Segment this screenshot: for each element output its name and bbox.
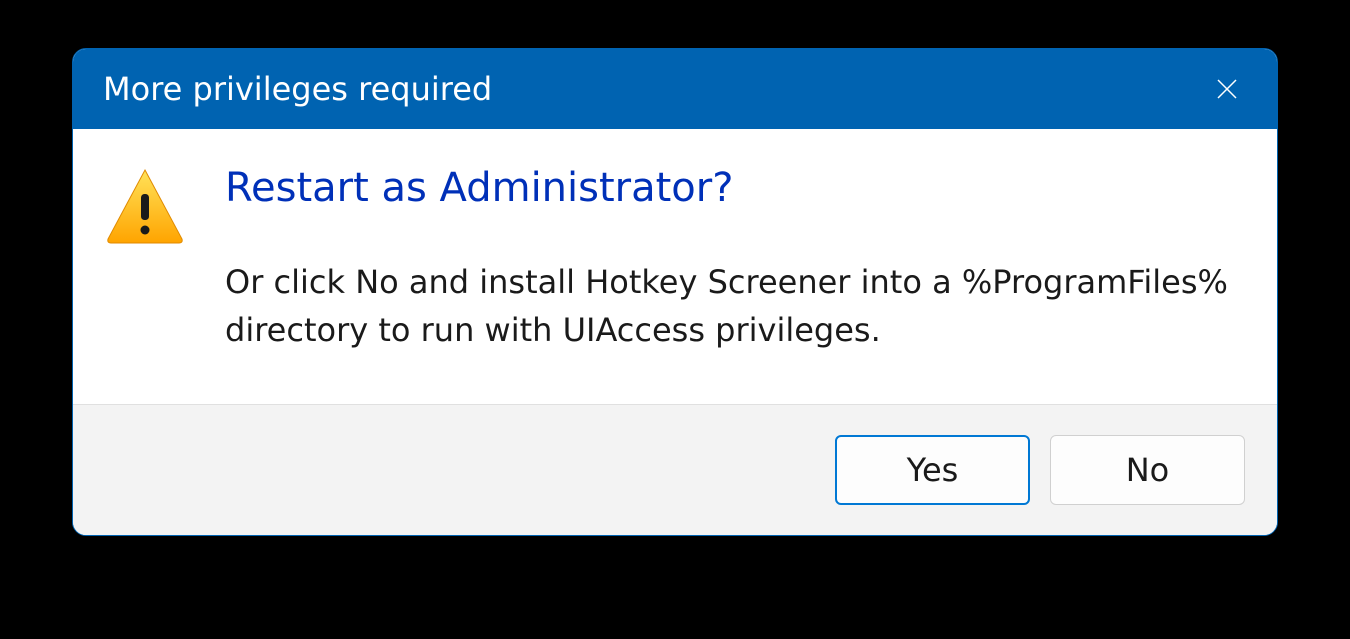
close-button[interactable] <box>1207 69 1247 109</box>
dialog-window: More privileges required Restart as Admi… <box>72 48 1278 536</box>
dialog-content: Restart as Administrator? Or click No an… <box>73 129 1277 404</box>
text-content: Restart as Administrator? Or click No an… <box>225 164 1237 354</box>
yes-button[interactable]: Yes <box>835 435 1030 505</box>
no-button[interactable]: No <box>1050 435 1245 505</box>
warning-icon <box>105 168 185 244</box>
dialog-heading: Restart as Administrator? <box>225 164 1237 212</box>
titlebar: More privileges required <box>73 49 1277 129</box>
close-icon <box>1215 77 1239 101</box>
window-title: More privileges required <box>103 70 492 108</box>
dialog-footer: Yes No <box>73 404 1277 535</box>
dialog-body-text: Or click No and install Hotkey Screener … <box>225 258 1237 354</box>
